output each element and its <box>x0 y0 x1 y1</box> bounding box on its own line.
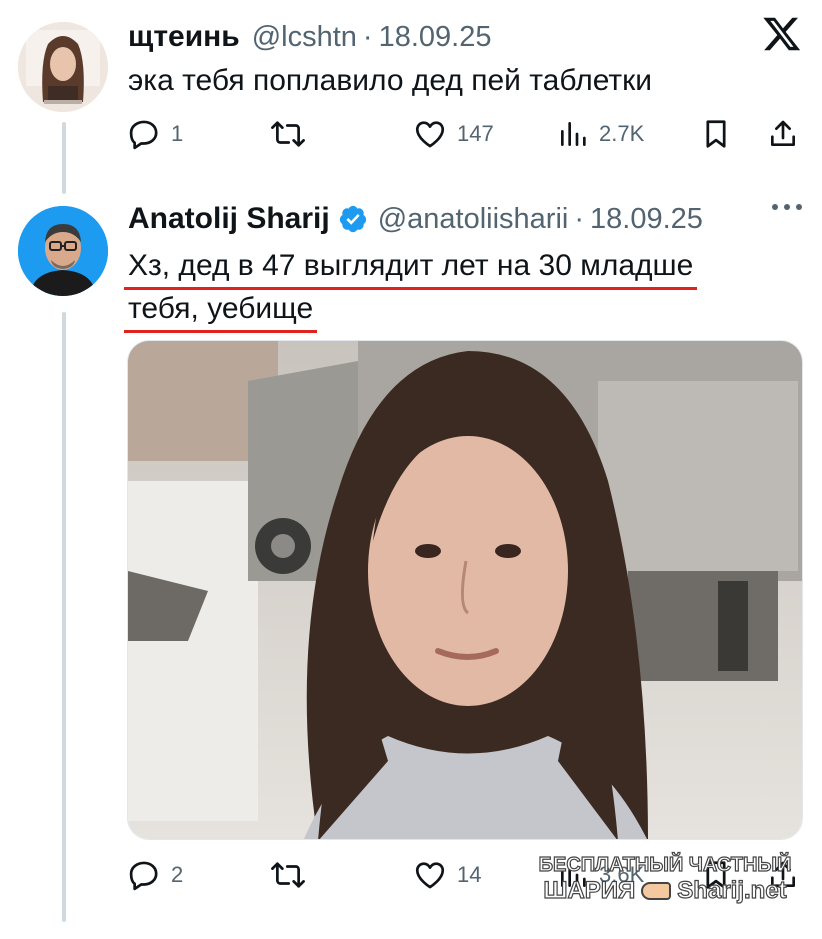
retweet-button[interactable] <box>269 114 307 154</box>
pointing-hand-icon <box>641 882 672 900</box>
retweet-icon <box>271 121 305 147</box>
thread-line-bottom <box>62 312 66 922</box>
share-icon <box>771 120 795 146</box>
display-name[interactable]: Anatolij Sharij <box>128 202 330 236</box>
tweet-photo[interactable] <box>127 340 803 840</box>
bookmark-icon <box>706 120 726 148</box>
user-handle[interactable]: @anatoliisharii <box>378 203 569 236</box>
reply-button[interactable]: 1 <box>127 114 183 154</box>
retweet-icon <box>271 862 305 888</box>
reply-tweet-text: эка тебя поплавило дед пей таблетки <box>128 64 653 97</box>
reply-icon <box>129 120 158 150</box>
like-icon <box>415 121 445 148</box>
user-handle[interactable]: @lcshtn <box>252 21 357 54</box>
like-count: 14 <box>457 862 482 887</box>
watermark-left: ШАРИЯ <box>543 877 636 904</box>
like-button[interactable]: 147 <box>413 114 494 154</box>
x-logo-icon[interactable] <box>762 14 802 54</box>
more-icon[interactable] <box>772 204 802 210</box>
views-count: 2.7K <box>599 121 645 146</box>
watermark-right: Sharij.net <box>677 877 788 904</box>
views-icon <box>561 122 586 146</box>
watermark-line: БЕСПЛАТНЫЙ ЧАСТНЫЙ <box>538 853 792 876</box>
thread-line-top <box>62 122 66 194</box>
watermark: БЕСПЛАТНЫЙ ЧАСТНЫЙ ШАРИЯ Sharij.net <box>525 852 805 904</box>
reply-tweet-header: щтеинь @lcshtn · 18.09.25 <box>128 20 491 54</box>
retweet-button[interactable] <box>269 855 307 895</box>
separator-dot: · <box>574 203 585 235</box>
watermark-line: ШАРИЯ Sharij.net <box>525 877 805 904</box>
like-button[interactable]: 14 <box>413 855 481 895</box>
main-tweet-text: Хз, дед в 47 выглядит лет на 30 младше т… <box>123 245 698 333</box>
tweet-text-line: Хз, дед в 47 выглядит лет на 30 младше <box>123 245 698 290</box>
tweet-text-line: тебя, уебище <box>123 288 318 333</box>
reply-button[interactable]: 2 <box>127 855 183 895</box>
avatar-anatoliisharii[interactable] <box>18 206 108 296</box>
like-count: 147 <box>457 121 494 146</box>
reply-icon <box>129 861 158 891</box>
verified-badge-icon <box>339 205 366 233</box>
reply-count: 2 <box>171 862 184 887</box>
views-button[interactable]: 2.7K <box>557 114 644 154</box>
tweet-date[interactable]: 18.09.25 <box>379 21 492 54</box>
reply-count: 1 <box>171 121 184 146</box>
tweet-date[interactable]: 18.09.25 <box>590 203 703 236</box>
reply-tweet-actions: 1 147 2.7K <box>127 114 802 154</box>
share-button[interactable] <box>767 114 799 154</box>
main-tweet-header: Anatolij Sharij @anatoliisharii · 18.09.… <box>128 202 703 236</box>
bookmark-button[interactable] <box>701 114 731 154</box>
display-name[interactable]: щтеинь <box>128 20 240 54</box>
avatar-lcshtn[interactable] <box>18 22 108 112</box>
like-icon <box>415 862 445 889</box>
separator-dot: · <box>362 21 373 53</box>
